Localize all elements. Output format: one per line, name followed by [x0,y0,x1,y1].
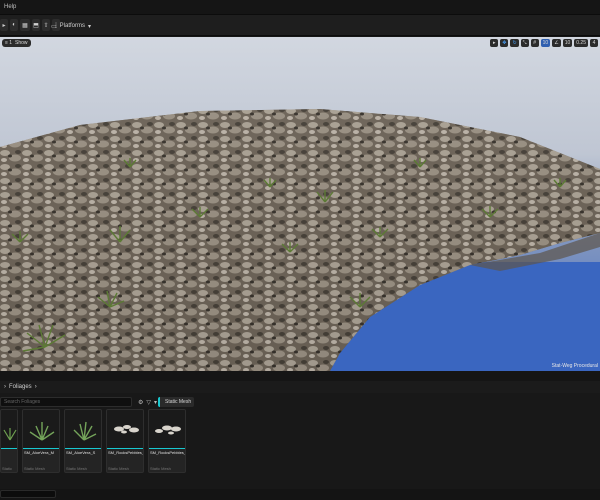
asset-type-bar [23,448,59,449]
asset-tile[interactable]: SM_RocksPebbles_01 Static Mesh [106,409,144,473]
scale-snap-value[interactable]: 0.25 [574,39,588,47]
asset-type: Static Mesh [24,466,45,471]
search-row: Search Foliages ⚙ ▽ ▾ Static Mesh [0,397,600,407]
panel-tab-bar: › Foliages › [0,381,600,393]
foliage-panel: Search Foliages ⚙ ▽ ▾ Static Mesh Static… [0,393,600,489]
main-toolbar: ▸ ◐ ▦ ⬒ ⇧ ⋮ ▭ Platforms ▾ [0,14,600,36]
console-input[interactable] [0,490,56,498]
content-icon[interactable]: ▦ [20,19,30,31]
asset-list: Static Mesh SM_AloeVera_M Static Mesh SM… [0,409,186,473]
play-icon[interactable]: ▸ [0,19,8,31]
platforms-label: Platforms [59,23,86,29]
blueprint-icon[interactable]: ⬒ [32,19,40,31]
asset-tile[interactable]: Static Mesh [0,409,18,473]
chevron-down-icon: ▾ [88,23,92,30]
asset-name: SM_AloeVera_M [24,450,55,455]
viewport-tools: ▸ ✥ ↻ ⤡ # 10 ∠ 10 0.25 4 [490,39,598,47]
asset-thumbnail [23,410,59,448]
asset-thumbnail [107,410,143,448]
asset-type-bar [149,448,185,449]
viewport-caption: Stat-Weg Procedural [551,363,598,369]
chevron-right-icon: › [4,384,6,390]
camera-speed-value[interactable]: 4 [590,39,598,47]
asset-thumbnail [149,410,185,448]
asset-thumbnail [65,410,101,448]
asset-tile[interactable]: SM_AloeVera_M Static Mesh [22,409,60,473]
filter-chip-static-mesh[interactable]: Static Mesh [158,397,195,407]
move-tool-icon[interactable]: ✥ [500,39,509,47]
platforms-icon: ▭ [51,23,57,30]
asset-tile[interactable]: SM_AloeVera_S Static Mesh [64,409,102,473]
filter-icon[interactable]: ▽ [146,399,151,406]
select-tool-icon[interactable]: ▸ [490,39,499,47]
view-mode-button[interactable]: Show [12,39,31,47]
grid-snap-icon[interactable]: # [530,39,539,47]
angle-snap-value[interactable]: 10 [562,39,573,47]
asset-name: SM_RocksPebbles_01 [108,450,144,455]
angle-snap-icon[interactable]: ∠ [552,39,561,47]
level-viewport[interactable]: ≡ 1/8 Show ▸ ✥ ↻ ⤡ # 10 ∠ 10 0.25 4 Stat… [0,37,600,371]
tab-foliages[interactable]: Foliages [9,381,32,393]
asset-thumbnail [1,410,17,448]
rotate-tool-icon[interactable]: ↻ [510,39,519,47]
asset-type-bar [107,448,143,449]
menu-bar: Help [0,0,600,14]
menu-help[interactable]: Help [4,4,16,10]
cinematics-icon[interactable]: ⇧ [42,19,50,31]
asset-type-bar [65,448,101,449]
asset-name: SM_AloeVera_S [66,450,96,455]
chevron-right-icon: › [34,384,37,390]
search-input[interactable]: Search Foliages [0,397,132,407]
scale-tool-icon[interactable]: ⤡ [520,39,529,47]
asset-type: Static Mesh [2,466,13,472]
asset-type: Static Mesh [66,466,87,471]
viewport-scene [0,37,600,371]
chevron-down-icon[interactable]: ▾ [154,399,157,406]
asset-tile[interactable]: SM_RocksPebbles_02 Static Mesh [148,409,186,473]
asset-name: SM_RocksPebbles_02 [150,450,186,455]
platforms-dropdown[interactable]: ▭ Platforms ▾ [51,20,91,32]
mode-icon[interactable]: ◐ [10,19,18,31]
asset-type: Static Mesh [150,466,171,471]
filter-icons: ⚙ ▽ ▾ [138,397,157,407]
status-bar [0,489,600,500]
asset-type: Static Mesh [108,466,129,471]
asset-type-bar [1,448,17,449]
grid-snap-value[interactable]: 10 [540,39,551,47]
settings-icon[interactable]: ⚙ [138,399,143,406]
